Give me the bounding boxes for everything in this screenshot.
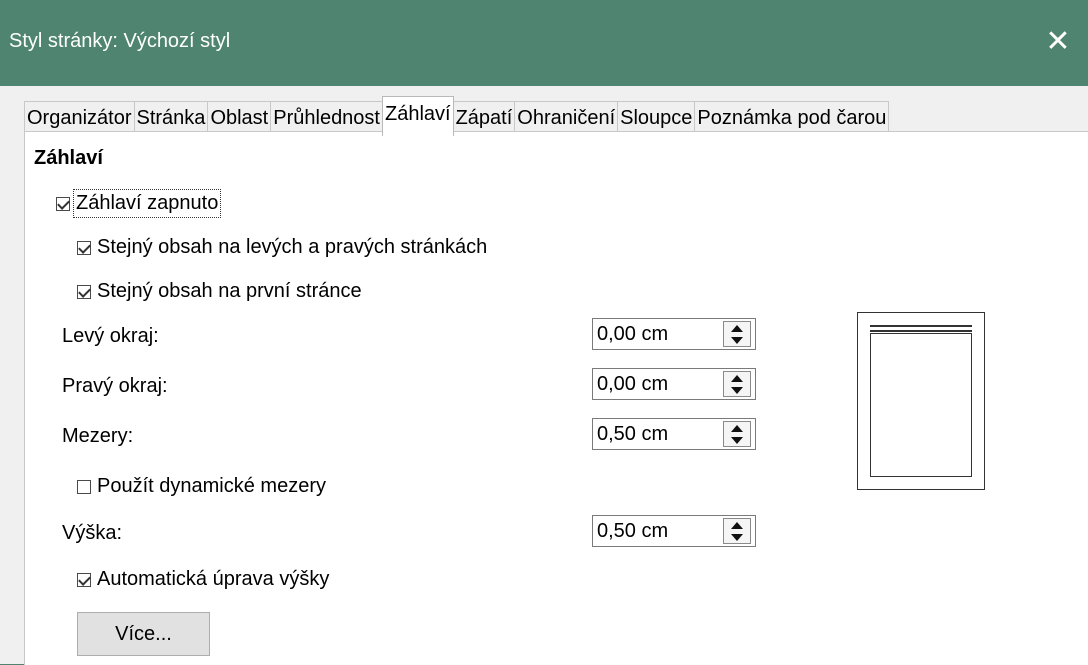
right-margin-value: 0,00 cm bbox=[597, 373, 669, 395]
same-content-first-label: Stejný obsah na první stránce bbox=[97, 280, 362, 302]
preview-page-body bbox=[870, 333, 972, 477]
same-content-lr-label: Stejný obsah na levých a pravých stránká… bbox=[97, 236, 488, 258]
spin-buttons bbox=[723, 421, 751, 447]
tab-page[interactable]: Stránka bbox=[133, 101, 209, 135]
preview-header-line bbox=[870, 330, 972, 332]
tab-borders[interactable]: Ohraničení bbox=[514, 101, 619, 135]
spin-up-icon[interactable] bbox=[724, 322, 750, 334]
tabs: Organizátor Stránka Oblast Průhlednost Z… bbox=[24, 95, 890, 136]
dynamic-spacing-label: Použít dynamické mezery bbox=[97, 475, 326, 497]
tab-columns[interactable]: Sloupce bbox=[617, 101, 696, 135]
tab-organizer[interactable]: Organizátor bbox=[24, 101, 135, 135]
spin-down-icon[interactable] bbox=[724, 531, 750, 543]
autofit-height-checkbox[interactable]: Automatická úprava výšky bbox=[77, 568, 329, 591]
window-title: Styl stránky: Výchozí styl bbox=[9, 30, 231, 52]
height-value: 0,50 cm bbox=[597, 520, 669, 542]
tab-header[interactable]: Záhlaví bbox=[382, 96, 454, 136]
spin-up-icon[interactable] bbox=[724, 372, 750, 384]
spin-up-icon[interactable] bbox=[724, 422, 750, 434]
spacing-spinbox[interactable]: 0,50 cm bbox=[592, 418, 756, 450]
checkbox-icon bbox=[77, 240, 91, 255]
tab-transparency[interactable]: Průhlednost bbox=[270, 101, 383, 135]
checkbox-icon bbox=[56, 196, 70, 211]
spacing-label: Mezery: bbox=[62, 425, 134, 447]
checkbox-icon bbox=[77, 284, 91, 299]
header-preview bbox=[857, 312, 985, 490]
spin-down-icon[interactable] bbox=[724, 384, 750, 396]
spin-down-icon[interactable] bbox=[724, 434, 750, 446]
header-on-checkbox[interactable]: Záhlaví zapnuto bbox=[56, 189, 222, 218]
height-label: Výška: bbox=[62, 522, 123, 544]
header-on-label: Záhlaví zapnuto bbox=[72, 189, 222, 218]
checkbox-icon bbox=[77, 479, 91, 494]
tab-footnote[interactable]: Poznámka pod čarou bbox=[694, 101, 890, 135]
right-margin-label: Pravý okraj: bbox=[62, 375, 168, 397]
left-margin-spinbox[interactable]: 0,00 cm bbox=[592, 318, 756, 350]
spin-buttons bbox=[723, 371, 751, 397]
checkbox-icon bbox=[77, 572, 91, 587]
preview-header-line bbox=[870, 325, 972, 327]
page-style-dialog: Styl stránky: Výchozí styl ✕ Organizátor… bbox=[0, 0, 1088, 665]
spacing-value: 0,50 cm bbox=[597, 423, 669, 445]
spin-buttons bbox=[723, 518, 751, 544]
right-margin-spinbox[interactable]: 0,00 cm bbox=[592, 368, 756, 400]
close-icon[interactable]: ✕ bbox=[1038, 22, 1078, 62]
spin-down-icon[interactable] bbox=[724, 334, 750, 346]
same-content-first-checkbox[interactable]: Stejný obsah na první stránce bbox=[77, 280, 362, 303]
spin-buttons bbox=[723, 321, 751, 347]
autofit-height-label: Automatická úprava výšky bbox=[97, 568, 330, 590]
tab-area[interactable]: Oblast bbox=[207, 101, 272, 135]
left-margin-label: Levý okraj: bbox=[62, 325, 159, 347]
same-content-lr-checkbox[interactable]: Stejný obsah na levých a pravých stránká… bbox=[77, 236, 487, 259]
title-bar: Styl stránky: Výchozí styl ✕ bbox=[0, 0, 1088, 86]
more-button[interactable]: Více... bbox=[77, 612, 210, 656]
section-title: Záhlaví bbox=[34, 147, 103, 169]
spin-up-icon[interactable] bbox=[724, 519, 750, 531]
tab-footer[interactable]: Zápatí bbox=[452, 101, 516, 135]
left-margin-value: 0,00 cm bbox=[597, 323, 669, 345]
dynamic-spacing-checkbox[interactable]: Použít dynamické mezery bbox=[77, 475, 326, 498]
height-spinbox[interactable]: 0,50 cm bbox=[592, 515, 756, 547]
